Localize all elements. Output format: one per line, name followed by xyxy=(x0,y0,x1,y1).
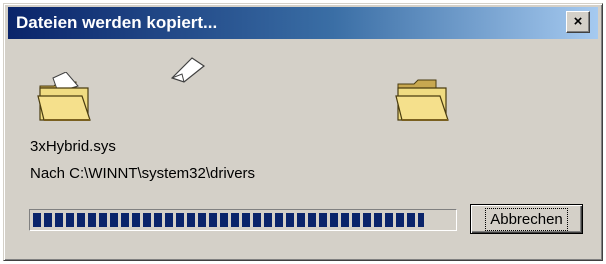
close-button[interactable]: × xyxy=(566,11,590,33)
flying-document-icon xyxy=(170,56,206,89)
progress-fill xyxy=(33,213,424,227)
file-name: 3xHybrid.sys xyxy=(30,138,116,155)
progress-bar xyxy=(29,209,457,231)
cancel-button-label: Abbrechen xyxy=(485,207,568,231)
source-folder-icon xyxy=(36,71,96,129)
destination-folder-icon xyxy=(394,76,454,131)
close-icon: × xyxy=(573,13,583,30)
title-bar[interactable]: Dateien werden kopiert... × xyxy=(8,7,598,39)
cancel-button[interactable]: Abbrechen xyxy=(470,204,583,234)
window-title: Dateien werden kopiert... xyxy=(16,13,218,32)
destination-path: Nach C:\WINNT\system32\drivers xyxy=(30,165,256,182)
